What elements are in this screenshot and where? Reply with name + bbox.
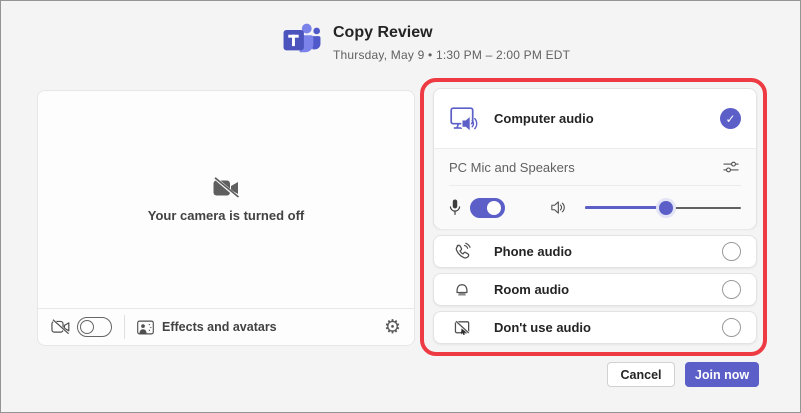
camera-toolbar: Effects and avatars ⚙: [38, 308, 414, 345]
join-now-button[interactable]: Join now: [685, 362, 759, 387]
mic-toggle-knob: [487, 201, 501, 215]
dont-use-audio-radio[interactable]: [722, 318, 741, 337]
room-audio-radio[interactable]: [722, 280, 741, 299]
phone-audio-icon: [452, 242, 472, 262]
audio-device-name: PC Mic and Speakers: [449, 160, 575, 175]
room-audio-option[interactable]: Room audio: [433, 273, 757, 306]
no-audio-icon: [452, 318, 472, 338]
mic-toggle[interactable]: [470, 198, 505, 218]
room-audio-icon: [452, 280, 472, 300]
effects-avatars-icon: [137, 320, 154, 335]
camera-off-icon: [212, 177, 240, 199]
computer-audio-icon: [449, 105, 479, 132]
device-settings-section: PC Mic and Speakers: [434, 148, 756, 229]
camera-preview: Your camera is turned off: [37, 90, 415, 346]
camera-toggle[interactable]: [77, 317, 112, 337]
volume-thumb[interactable]: [659, 201, 673, 215]
microphone-icon: [449, 198, 461, 217]
camera-toggle-knob: [80, 320, 94, 334]
dont-use-audio-label: Don't use audio: [494, 320, 591, 335]
camera-off-message: Your camera is turned off: [148, 208, 305, 223]
computer-audio-option[interactable]: Computer audio ✓: [434, 89, 756, 148]
mic-volume-controls: [434, 186, 756, 229]
phone-audio-option[interactable]: Phone audio: [433, 235, 757, 268]
camera-toggle-icon: [51, 319, 70, 335]
computer-audio-label: Computer audio: [494, 111, 594, 126]
teams-logo-icon: [283, 21, 321, 57]
meeting-datetime: Thursday, May 9 • 1:30 PM – 2:00 PM EDT: [333, 48, 570, 62]
toolbar-divider: [124, 315, 125, 339]
settings-gear-icon[interactable]: ⚙: [384, 318, 401, 337]
effects-and-avatars-button[interactable]: Effects and avatars: [137, 320, 277, 335]
phone-audio-label: Phone audio: [494, 244, 572, 259]
computer-audio-card: Computer audio ✓ PC Mic and Speakers: [433, 88, 757, 229]
volume-fill: [585, 206, 666, 209]
device-settings-sliders-icon: [721, 159, 741, 175]
meeting-title: Copy Review: [333, 24, 433, 42]
device-settings-button[interactable]: [721, 159, 741, 175]
camera-off-state: Your camera is turned off: [38, 91, 414, 308]
computer-audio-selected-check-icon[interactable]: ✓: [720, 108, 741, 129]
cancel-button[interactable]: Cancel: [607, 362, 675, 387]
dont-use-audio-option[interactable]: Don't use audio: [433, 311, 757, 344]
pre-join-window: Copy Review Thursday, May 9 • 1:30 PM – …: [0, 0, 801, 413]
speaker-volume-icon: [550, 200, 567, 215]
effects-and-avatars-label: Effects and avatars: [162, 320, 277, 334]
phone-audio-radio[interactable]: [722, 242, 741, 261]
room-audio-label: Room audio: [494, 282, 569, 297]
volume-slider[interactable]: [585, 201, 741, 215]
